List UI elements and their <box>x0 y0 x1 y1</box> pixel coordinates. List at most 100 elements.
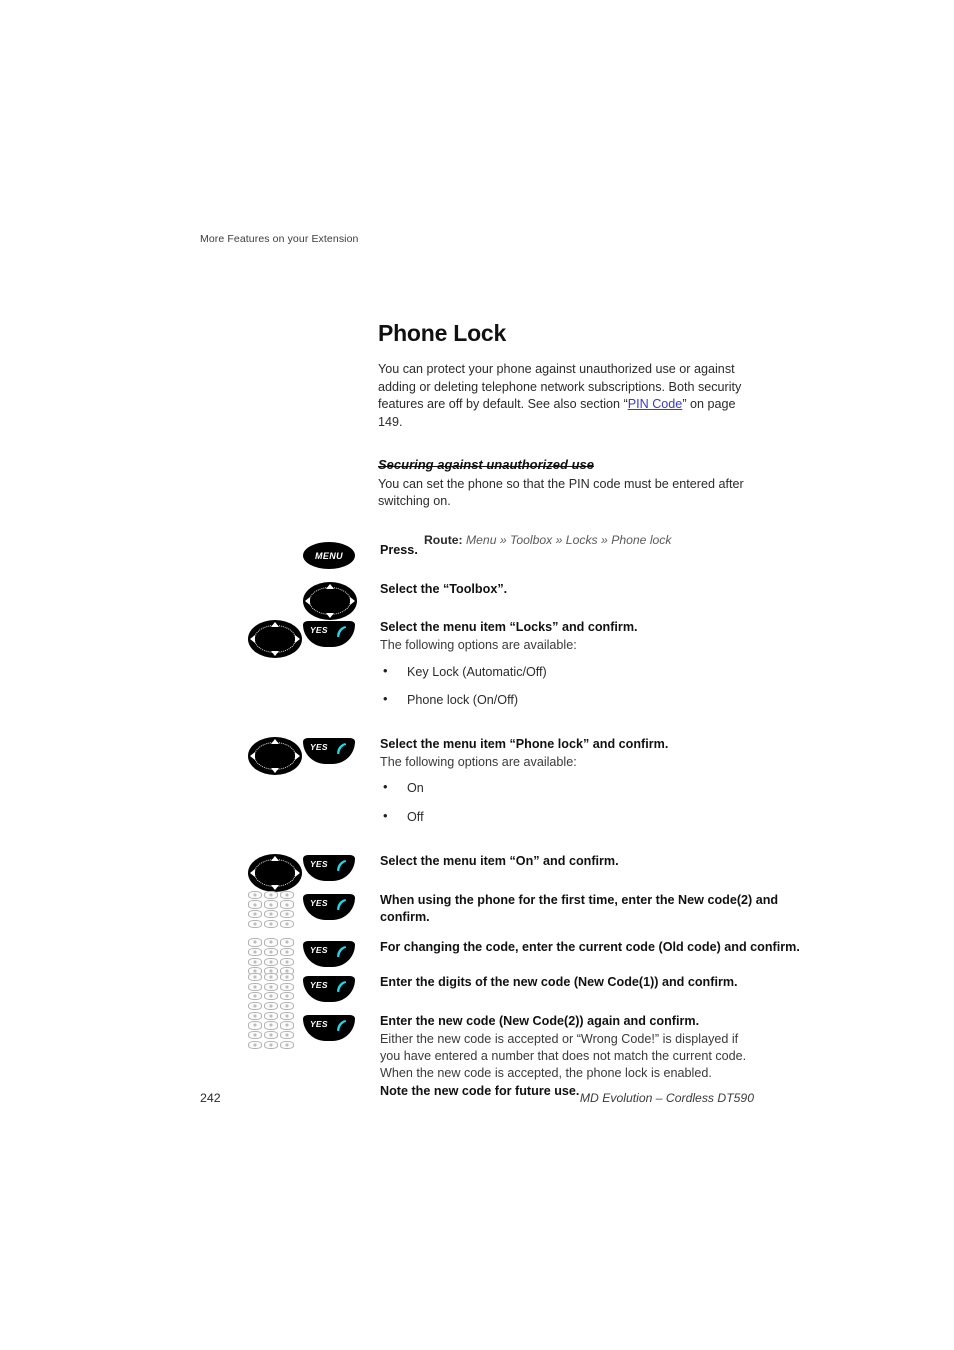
keypad-key <box>279 910 294 919</box>
keypad-key <box>279 1021 294 1030</box>
keypad-key <box>279 900 294 909</box>
step-row: YES For changing the code, enter the curr… <box>200 937 800 976</box>
nav-arrow-right-icon <box>295 869 300 878</box>
pin-code-link[interactable]: PIN Code <box>628 397 683 411</box>
nav-arrow-left-icon <box>250 869 255 878</box>
keypad-key <box>248 992 263 1001</box>
nav-arrow-right-icon <box>350 596 355 605</box>
menu-key-icon[interactable]: MENU <box>303 542 355 569</box>
keypad-key <box>248 910 263 919</box>
keypad-icon[interactable] <box>248 1011 294 1049</box>
step-icon-slot <box>248 737 302 776</box>
step-icons: MENU <box>200 540 380 569</box>
step-tail-text: Either the new code is accepted or “Wron… <box>380 1031 800 1101</box>
keypad-key <box>263 947 279 957</box>
step-icons: YES <box>200 972 380 1011</box>
list-item: Phone lock (On/Off) <box>380 691 800 708</box>
keypad-key <box>248 900 263 909</box>
phone-handset-icon <box>337 981 347 993</box>
yes-key-icon[interactable]: YES <box>303 738 355 765</box>
step-title: When using the phone for the first time,… <box>380 892 779 924</box>
keypad-key <box>279 973 294 982</box>
keypad-key <box>248 890 263 900</box>
navigation-disc-icon[interactable] <box>248 854 302 893</box>
yes-key-label: YES <box>310 980 328 991</box>
step-icon-slot <box>303 581 357 620</box>
step-icon-slot: YES <box>303 893 355 920</box>
keypad-key <box>248 1001 263 1011</box>
keypad-key <box>263 982 279 991</box>
phone-handset-icon <box>337 1019 347 1031</box>
keypad-key <box>263 957 279 966</box>
yes-key-icon[interactable]: YES <box>303 1014 355 1041</box>
keypad-key <box>248 947 263 957</box>
keypad-key <box>279 1001 294 1011</box>
step-icons: YES <box>200 890 380 928</box>
step-icon-slot <box>248 973 294 1011</box>
step-option-list: Key Lock (Automatic/Off) Phone lock (On/O… <box>380 663 800 709</box>
yes-key-icon[interactable]: YES <box>303 621 355 648</box>
yes-key-icon[interactable]: YES <box>303 855 355 882</box>
keypad-key <box>263 1040 279 1049</box>
nav-disc-ring <box>254 859 296 888</box>
step-title: Select the menu item “Locks” and confirm… <box>380 620 638 635</box>
keypad-key <box>248 973 263 982</box>
step-text: Press. <box>380 540 800 559</box>
step-text: For changing the code, enter the current… <box>380 937 800 956</box>
step-subtitle: The following options are available: <box>380 755 577 770</box>
list-item: Off <box>380 808 800 825</box>
step-text: When using the phone for the first time,… <box>380 890 800 925</box>
step-text: Enter the new code (New Code(2)) again a… <box>380 1011 800 1100</box>
step-icons: YES <box>200 734 380 776</box>
step-icon-slot: YES <box>303 941 355 968</box>
step-icons: YES <box>200 1011 380 1049</box>
intro-paragraph: You can protect your phone against unaut… <box>378 361 750 432</box>
step-icon-slot: YES <box>303 621 355 648</box>
yes-key-icon[interactable]: YES <box>303 893 355 920</box>
keypad-key <box>263 890 279 900</box>
step-title: For changing the code, enter the current… <box>380 940 800 955</box>
keypad-key <box>248 1021 263 1030</box>
nav-arrow-right-icon <box>295 635 300 644</box>
step-row: YES Select the menu item “On” and confirm… <box>200 851 800 893</box>
step-title: Press. <box>380 543 418 557</box>
keypad-key <box>263 1021 279 1030</box>
navigation-disc-icon[interactable] <box>248 737 302 776</box>
nav-arrow-up-icon <box>271 739 279 745</box>
keypad-icon[interactable] <box>248 938 294 976</box>
keypad-key <box>279 947 294 957</box>
subheading: Securing against unauthorized use <box>378 456 594 472</box>
step-text: Select the “Toolbox”. <box>380 579 800 598</box>
step-icon-slot <box>248 620 302 659</box>
keypad-key <box>263 973 279 982</box>
running-header: More Features on your Extension <box>200 233 359 245</box>
step-row: YES Select the menu item “Locks” and conf… <box>200 617 800 720</box>
navigation-disc-icon[interactable] <box>303 581 357 620</box>
keypad-icon[interactable] <box>248 973 294 1011</box>
keypad-key <box>279 890 294 900</box>
yes-key-icon[interactable]: YES <box>303 976 355 1003</box>
phone-handset-icon <box>337 743 347 755</box>
phone-handset-icon <box>337 898 347 910</box>
keypad-key <box>248 957 263 966</box>
yes-key-label: YES <box>310 897 328 908</box>
keypad-key <box>263 919 279 928</box>
nav-arrow-down-icon <box>271 651 279 657</box>
keypad-key <box>248 938 263 947</box>
nav-arrow-left-icon <box>250 752 255 761</box>
step-row: YES Select the menu item “Phone lock” and… <box>200 734 800 837</box>
keypad-key <box>248 1011 263 1020</box>
yes-key-icon[interactable]: YES <box>303 941 355 968</box>
step-icon-slot: YES <box>303 738 355 765</box>
menu-key-label: MENU <box>315 550 343 561</box>
subheading-wrap: Securing against unauthorized use <box>200 432 760 476</box>
navigation-disc-icon[interactable] <box>248 620 302 659</box>
step-row: YES When using the phone for the first ti… <box>200 890 800 928</box>
step-icons: YES <box>200 851 380 893</box>
list-item: Key Lock (Automatic/Off) <box>380 663 800 680</box>
nav-arrow-up-icon <box>326 583 334 589</box>
yes-key-label: YES <box>310 1018 328 1029</box>
keypad-icon[interactable] <box>248 890 294 928</box>
step-row: MENU Press. <box>200 540 800 569</box>
step-icon-slot <box>248 854 302 893</box>
